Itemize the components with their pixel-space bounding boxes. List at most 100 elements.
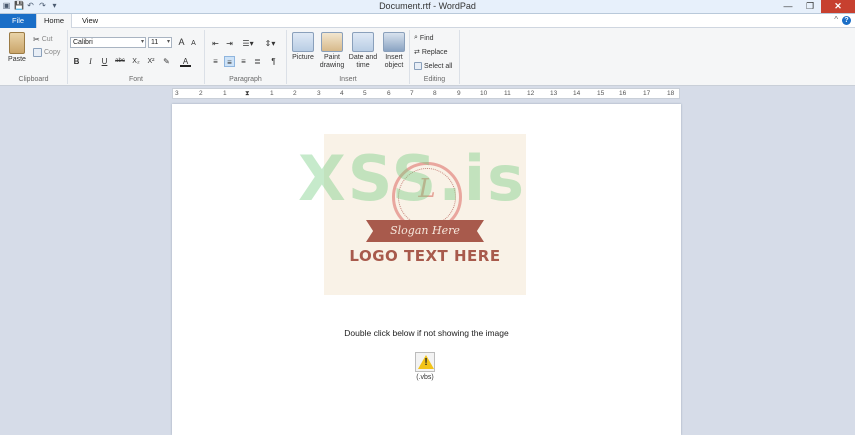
grow-font-button[interactable]: A [176,37,187,48]
subscript-button[interactable]: X₂ [130,56,142,67]
ruler-tick: 9 [457,90,461,97]
align-right-icon[interactable]: ≡ [238,56,249,67]
scissors-icon: ✂ [33,35,40,44]
select-all-icon [414,62,422,70]
window-title: Document.rtf - WordPad [379,1,476,11]
left-indent-marker[interactable]: ⧗ [245,89,250,98]
insert-object-button[interactable]: Insert object [380,32,408,70]
ruler-tick: 3 [317,90,321,97]
editing-group-label: Editing [423,76,446,83]
replace-button[interactable]: ⇄ Replace [414,48,448,57]
ruler-tick: 10 [480,90,488,97]
ruler-tick: 17 [643,90,651,97]
insert-object-label: Insert object [384,54,404,69]
date-time-button[interactable]: Date and time [347,32,379,70]
picture-button[interactable]: Picture [289,32,317,62]
line-spacing-icon[interactable]: ⇕▾ [262,38,278,49]
underline-button[interactable]: U [99,56,110,67]
picture-icon [292,32,314,52]
warning-mark: ! [424,357,428,368]
logo-text: LOGO TEXT HERE [349,247,501,265]
font-size-select[interactable]: 11 ▾ [148,37,172,48]
ruler-tick: 1 [223,90,227,97]
ruler-tick: 3 [175,90,179,97]
copy-label: Copy [44,49,61,56]
ruler-tick: 5 [363,90,367,97]
copy-button[interactable]: Copy [33,48,60,57]
font-family-select[interactable]: Calibri ▾ [70,37,146,48]
shrink-font-button[interactable]: A [188,38,199,49]
ruler[interactable]: 3 2 1 ⧗ 1 2 3 4 5 6 7 8 9 10 11 12 13 14… [172,88,680,99]
close-button[interactable]: ✕ [821,0,855,13]
ruler-tick: 12 [527,90,535,97]
align-center-icon[interactable]: ≡ [224,56,235,67]
calendar-icon [352,32,374,52]
embedded-object-label: (.vbs) [416,374,434,381]
align-left-icon[interactable]: ≡ [210,56,221,67]
copy-icon [33,48,42,57]
replace-icon: ⇄ [414,49,420,56]
replace-label: Replace [421,48,448,56]
date-time-label: Date and time [348,54,378,69]
paragraph-group-label: Paragraph [229,76,262,83]
font-size-value: 11 [151,39,159,46]
collapse-ribbon-icon[interactable]: ^ [834,15,838,24]
paint-brush-icon [321,32,343,52]
italic-button[interactable]: I [85,56,96,67]
picture-label: Picture [292,54,314,61]
ruler-tick: 6 [387,90,391,97]
ruler-tick: 11 [504,90,511,97]
ruler-tick: 15 [597,90,605,97]
paste-icon [9,32,25,54]
ruler-tick: 4 [340,90,344,97]
ribbon: Paste ✂ Cut Copy Clipboard Calibri ▾ 11 … [0,28,855,86]
object-icon [383,32,405,52]
ruler-tick: 14 [573,90,581,97]
ruler-tick: 2 [199,90,203,97]
document-page[interactable]: L Slogan Here LOGO TEXT HERE XSS.is Doub… [172,104,681,435]
paste-label: Paste [8,56,26,63]
ruler-tick: 7 [410,90,414,97]
decrease-indent-icon[interactable]: ⇤ [210,38,221,49]
select-all-button[interactable]: Select all [414,62,452,70]
justify-icon[interactable]: ≣ [252,56,263,67]
highlight-button[interactable]: ✎ [161,56,172,67]
increase-indent-icon[interactable]: ⇥ [224,38,235,49]
help-icon[interactable]: ? [842,16,851,25]
find-label: Find [419,34,434,42]
select-all-label: Select all [424,62,453,70]
tab-file[interactable]: File [0,14,36,28]
clipboard-group: Paste ✂ Cut Copy Clipboard [0,30,68,84]
insert-group-label: Insert [339,76,357,83]
paragraph-settings-icon[interactable]: ¶ [268,56,279,67]
paragraph-group: ⇤ ⇥ ☰▾ ⇕▾ ≡ ≡ ≡ ≣ ¶ Paragraph [205,30,287,84]
ribbon-tabs: File Home View ^ ? [0,14,855,29]
font-group-label: Font [128,76,143,83]
paint-drawing-button[interactable]: Paint drawing [318,32,346,70]
ruler-tick: 13 [550,90,558,97]
strikethrough-button[interactable]: abc [113,56,127,67]
font-color-button[interactable]: A [180,56,191,67]
cut-label: Cut [41,36,53,43]
ruler-tick: 2 [293,90,297,97]
highlighter-icon: ✎ [163,57,170,66]
tab-home[interactable]: Home [36,14,72,29]
font-family-value: Calibri [73,39,93,46]
slogan-ribbon: Slogan Here [366,220,484,242]
chevron-down-icon: ▾ [140,39,144,45]
tab-view[interactable]: View [72,14,108,28]
minimize-button[interactable]: — [777,0,799,13]
ruler-tick: 16 [619,90,627,97]
find-button[interactable]: ⌕ Find [414,34,434,42]
bold-button[interactable]: B [71,56,82,67]
cut-button[interactable]: ✂ Cut [33,35,53,44]
paste-button[interactable]: Paste [4,32,30,64]
clipboard-group-label: Clipboard [18,76,49,83]
chevron-down-icon: ▾ [166,39,170,45]
maximize-button[interactable]: ❐ [799,0,821,13]
insert-group: Picture Paint drawing Date and time Inse… [287,30,410,84]
embedded-object-icon[interactable]: ! [415,352,435,372]
superscript-button[interactable]: X² [145,56,157,67]
title-bar: ▣ 💾 ↶ ↷ ▾ Document.rtf - WordPad — ❐ ✕ [0,0,855,14]
bullets-icon[interactable]: ☰▾ [240,38,256,49]
